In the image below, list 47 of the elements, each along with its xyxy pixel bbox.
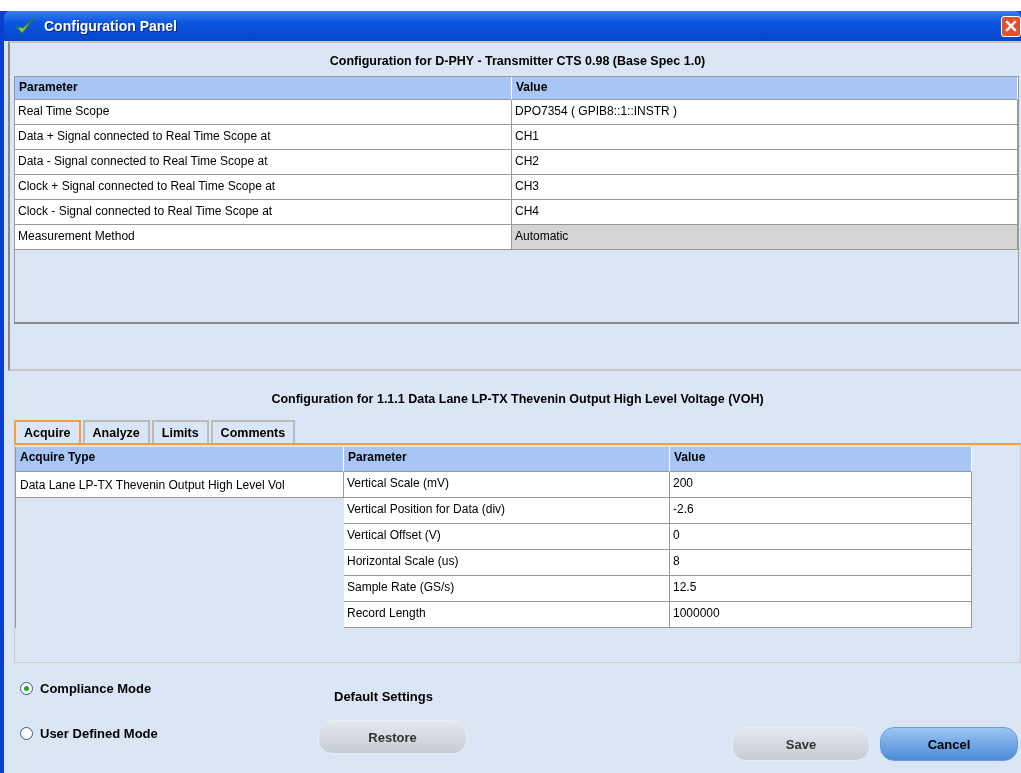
column-header: Parameter [344,447,670,472]
table-cell: Record Length [344,602,670,628]
table-cell[interactable]: 200 [670,472,972,498]
table-cell: Data Lane LP-TX Thevenin Output High Level Vol [16,472,344,498]
section-heading: Configuration for 1.1.1 Data Lane LP-TX Thevenin Output High Level Voltage (VOH) [270,391,765,408]
table-cell: Vertical Scale (mV) [344,472,670,498]
table-cell[interactable]: CH3 [512,175,1018,200]
tab[interactable]: Acquire [14,420,81,443]
table-cell[interactable]: 1000000 [670,602,972,628]
table-cell[interactable]: 8 [670,550,972,576]
table-cell: Real Time Scope [15,100,512,125]
section-heading: Configuration for D-PHY - Transmitter CTS 0.98 (Base Spec 1.0) [328,53,707,70]
restore-button[interactable]: Restore [318,720,467,754]
table-cell[interactable]: CH2 [512,150,1018,175]
table-cell: Clock + Signal connected to Real Time Scope at [15,175,512,200]
table-cell[interactable]: DPO7354 ( GPIB8::1::INSTR ) [512,100,1018,125]
table-cell: Vertical Position for Data (div) [344,498,670,524]
table-cell: Data - Signal connected to Real Time Scope at [15,150,512,175]
dialog-button[interactable]: Save [732,727,870,761]
radio-label: Compliance Mode [40,681,152,696]
table-cell[interactable]: 0 [670,524,972,550]
dialog-button[interactable]: Cancel [880,727,1018,761]
window-title: Configuration Panel [44,18,177,34]
table-cell[interactable]: -2.6 [670,498,972,524]
table-cell: Vertical Offset (V) [344,524,670,550]
table-cell: Sample Rate (GS/s) [344,576,670,602]
column-header: Acquire Type [16,447,344,472]
column-header: Parameter [15,77,512,100]
close-icon [1005,20,1017,32]
column-header: Value [670,447,972,472]
column-header: Value [512,77,1018,100]
table-cell: Clock - Signal connected to Real Time Scope at [15,200,512,225]
close-button[interactable] [1001,15,1021,37]
radio-button[interactable] [20,727,33,740]
table-cell[interactable]: CH4 [512,200,1018,225]
table-cell[interactable]: CH1 [512,125,1018,150]
table-cell: Horizontal Scale (us) [344,550,670,576]
tab[interactable]: Limits [151,420,209,443]
radio-button[interactable] [20,682,33,695]
tab[interactable]: Comments [210,420,296,443]
settings-label: Default Settings [333,689,433,704]
checkmark-icon [14,15,36,37]
table-cell[interactable]: 12.5 [670,576,972,602]
radio-label: User Defined Mode [40,726,158,741]
table-cell: Data + Signal connected to Real Time Scope at [15,125,512,150]
table-cell: Measurement Method [15,225,512,250]
tab[interactable]: Analyze [82,420,150,443]
